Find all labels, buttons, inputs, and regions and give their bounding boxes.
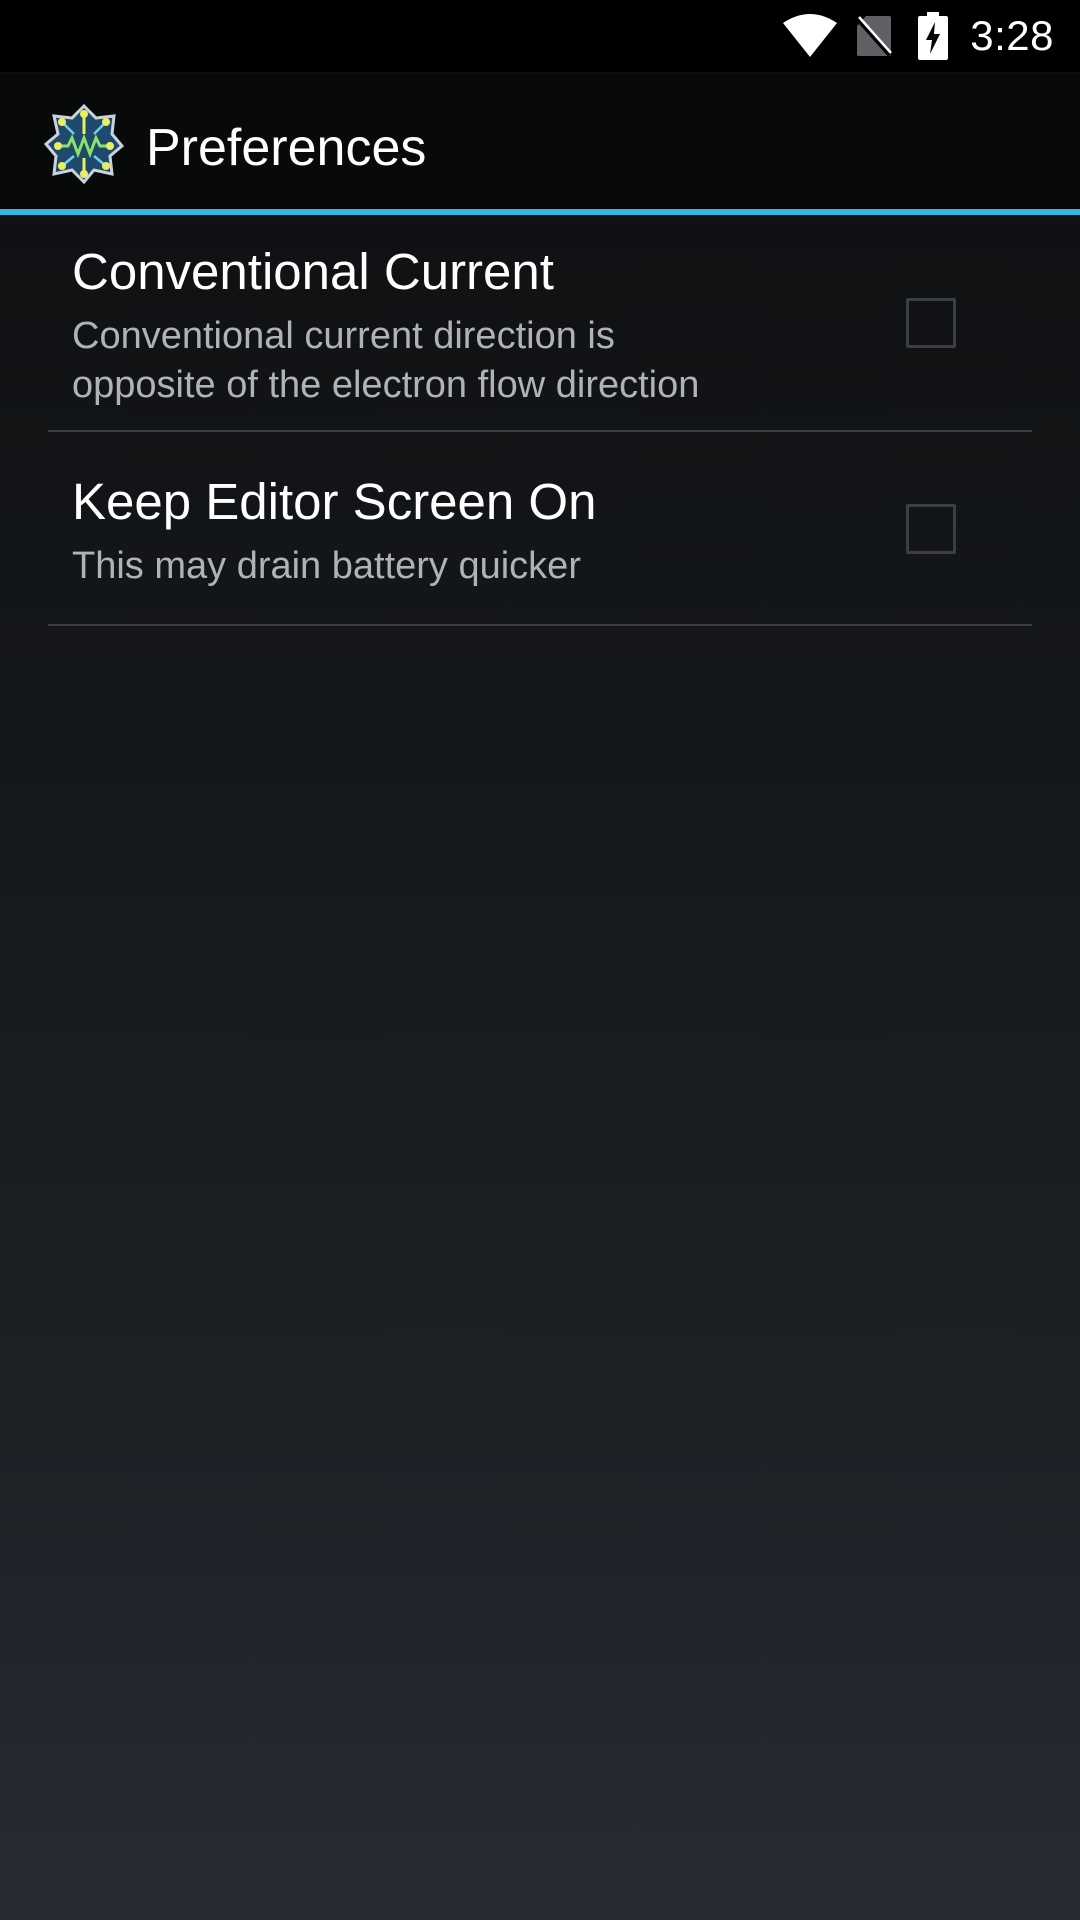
keep-screen-on-checkbox[interactable] [906, 504, 956, 554]
battery-charging-icon [918, 12, 949, 60]
circuit-app-icon[interactable] [44, 104, 124, 184]
preference-title: Conventional Current [72, 243, 554, 300]
status-clock: 3:28 [970, 12, 1054, 59]
conventional-current-checkbox[interactable] [906, 298, 956, 348]
preference-keep-screen-on[interactable]: Keep Editor Screen On This may drain bat… [0, 432, 1080, 624]
preference-summary-line: opposite of the electron flow direction [72, 364, 700, 406]
preference-summary-line: This may drain battery quicker [72, 545, 581, 587]
preference-conventional-current[interactable]: Conventional Current Conventional curren… [0, 216, 1080, 430]
list-divider [48, 624, 1032, 626]
preference-summary-line: Conventional current direction is [72, 315, 615, 357]
wifi-icon [783, 14, 838, 57]
action-bar-accent-line [0, 209, 1080, 215]
status-icons: 3:28 [782, 0, 1054, 72]
status-bar: 3:28 [0, 0, 1080, 72]
no-sim-icon [856, 16, 893, 57]
action-bar: Preferences [0, 74, 1080, 210]
page-title: Preferences [146, 119, 427, 177]
preference-title: Keep Editor Screen On [72, 473, 597, 530]
